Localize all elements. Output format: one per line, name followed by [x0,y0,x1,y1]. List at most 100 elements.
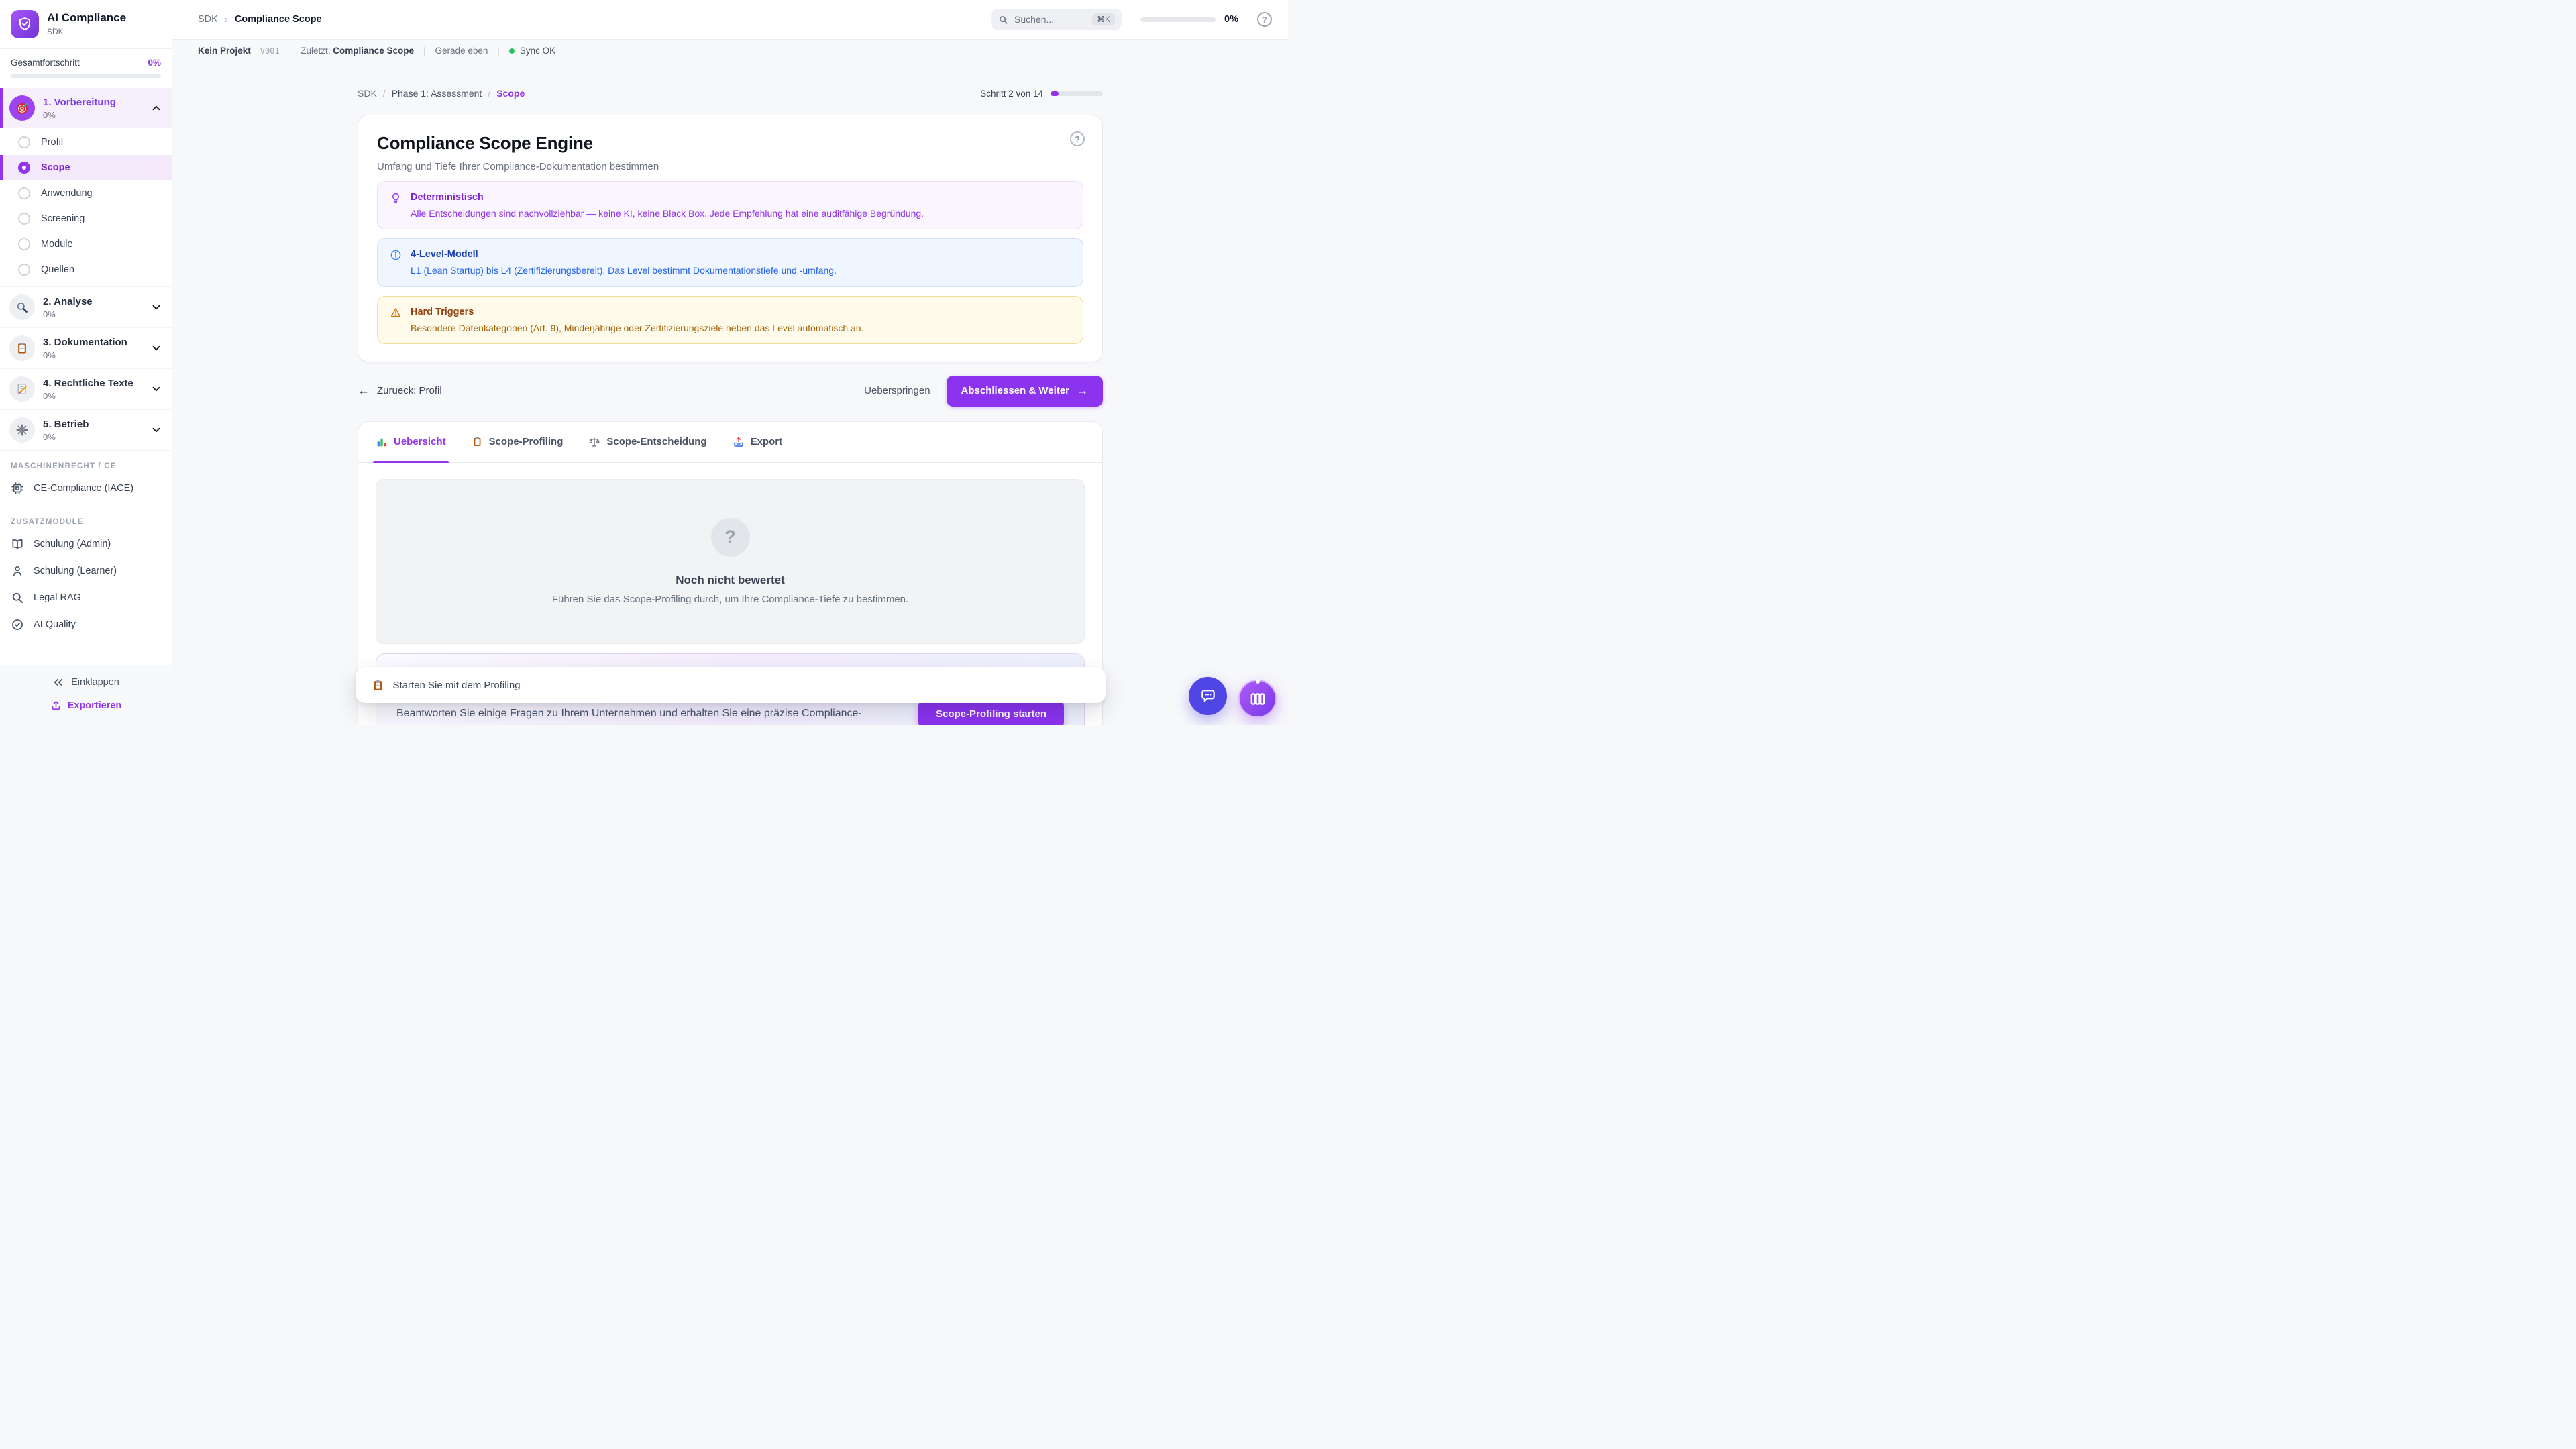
section-label: 1. Vorbereitung [43,97,116,108]
group-header-maschinenrecht: MASCHINENRECHT / CE [0,451,172,475]
empty-state: ? Noch nicht bewertet Führen Sie das Sco… [376,479,1085,644]
profiling-cta-text: Beantworten Sie einige Fragen zu Ihrem U… [396,708,898,720]
sidebar-item-quellen[interactable]: Quellen [0,257,172,282]
sync-ok-dot [509,48,515,54]
page-subtitle: Umfang und Tiefe Ihrer Compliance-Dokume… [377,161,1083,172]
chevron-down-icon [150,383,162,395]
sidebar-item-legal-rag[interactable]: Legal RAG [0,584,172,611]
check-circle-icon [11,618,24,631]
sidebar-item-screening[interactable]: Screening [0,206,172,231]
help-icon[interactable]: ? [1257,12,1272,27]
breadcrumb-root[interactable]: SDK [198,14,218,25]
sidebar-item-ai-quality[interactable]: AI Quality [0,611,172,638]
header-progress-value: 0% [1224,14,1238,25]
complete-next-button[interactable]: Abschliessen & Weiter → [947,376,1103,407]
tab-export[interactable]: Export [733,422,783,462]
empty-state-text: Führen Sie das Scope-Profiling durch, um… [552,594,908,605]
sidebar-item-schulung-learner[interactable]: Schulung (Learner) [0,557,172,584]
target-icon [15,101,30,115]
chevron-down-icon [150,424,162,436]
step-radio [18,238,30,250]
arrow-left-icon: ← [358,384,370,398]
chat-button[interactable] [1189,677,1227,715]
page-breadcrumb-root[interactable]: SDK [358,88,377,99]
sidebar: AI Compliance SDK Gesamtfortschritt 0% 1… [0,0,172,724]
tab-uebersicht[interactable]: Uebersicht [376,422,446,462]
sidebar-section-analyse[interactable]: 2. Analyse 0% [0,287,172,328]
chevron-down-icon [150,301,162,313]
sidebar-item-anwendung[interactable]: Anwendung [0,180,172,206]
card-help-icon[interactable]: ? [1070,131,1085,146]
bar-chart-icon [376,436,388,448]
notice-hard-triggers: Hard Triggers Besondere Datenkategorien … [377,296,1083,344]
overall-progress-label: Gesamtfortschritt [11,58,80,68]
warning-icon [390,307,402,319]
notice-body: Besondere Datenkategorien (Art. 9), Mind… [411,321,864,335]
notice-title: 4-Level-Modell [411,248,837,262]
sidebar-section-dokumentation[interactable]: 3. Dokumentation 0% [0,328,172,369]
chevron-up-icon [150,102,162,114]
version-badge: V001 [260,46,280,56]
overall-progress-bar [11,74,161,78]
sync-status: Sync OK [509,46,555,56]
sidebar-header: AI Compliance SDK [0,0,172,49]
notification-dot [1256,680,1260,684]
sidebar-item-profil[interactable]: Profil [0,129,172,155]
chevron-down-icon [150,342,162,354]
sidebar-item-module[interactable]: Module [0,231,172,257]
app-title-block: AI Compliance SDK [47,12,126,36]
sidebar-item-ce-compliance[interactable]: CE-Compliance (IACE) [0,475,172,502]
sidebar-item-scope[interactable]: Scope [0,155,172,180]
page-breadcrumb: SDK / Phase 1: Assessment / Scope Schrit… [358,88,1103,99]
divider: | [497,46,500,56]
question-mark-icon: ? [711,518,750,557]
breadcrumb: SDK › Compliance Scope [198,14,322,25]
search-input[interactable] [1014,14,1084,25]
step-radio [18,136,30,148]
export-button[interactable]: Exportieren [50,700,122,711]
notice-deterministisch: Deterministisch Alle Entscheidungen sind… [377,181,1083,229]
sidebar-section-betrieb[interactable]: 5. Betrieb 0% [0,410,172,451]
double-chevron-left-icon [52,676,64,688]
topbar: SDK › Compliance Scope ⌘K 0% ? [172,0,1288,40]
arrow-right-icon: → [1077,384,1088,398]
keyboard-shortcut-badge: ⌘K [1092,13,1115,25]
notice-4-level-modell: 4-Level-Modell L1 (Lean Startup) bis L4 … [377,238,1083,286]
section-progress: 0% [43,110,116,120]
person-icon [11,564,24,578]
sidebar-subitems-vorbereitung: Profil Scope Anwendung Screening Module [0,128,172,287]
gear-icon [15,423,29,437]
search-box[interactable]: ⌘K [991,9,1122,30]
panel-toggle-button[interactable] [1238,680,1277,718]
content-scroll-area: SDK / Phase 1: Assessment / Scope Schrit… [172,62,1288,724]
search-icon [998,15,1008,25]
back-button[interactable]: ← Zurueck: Profil [358,384,442,398]
sidebar-section-rechtliche-texte[interactable]: 4. Rechtliche Texte 0% [0,369,172,410]
outbox-icon [733,436,745,448]
tab-scope-profiling[interactable]: Scope-Profiling [472,422,564,462]
magnifier-icon [15,301,29,314]
step-progress-bar [1051,91,1103,96]
divider: | [423,46,426,56]
sidebar-section-vorbereitung[interactable]: 1. Vorbereitung 0% [0,88,172,128]
profiling-toast-text: Starten Sie mit dem Profiling [393,680,521,691]
group-header-zusatzmodule: ZUSATZMODULE [0,506,172,531]
skip-button[interactable]: Ueberspringen [864,385,930,396]
page-breadcrumb-phase[interactable]: Phase 1: Assessment [392,88,482,99]
scale-icon [588,436,600,448]
notice-title: Deterministisch [411,191,924,205]
sidebar-item-schulung-admin[interactable]: Schulung (Admin) [0,531,172,557]
notice-body: L1 (Lean Startup) bis L4 (Zertifizierung… [411,264,837,277]
collapse-sidebar-button[interactable]: Einklappen [52,676,119,688]
overall-progress: Gesamtfortschritt 0% [0,49,172,88]
book-icon [11,537,24,551]
app-title: AI Compliance [47,12,126,25]
upload-icon [50,700,62,711]
step-radio [18,187,30,199]
chevron-right-icon: › [225,14,228,25]
cpu-icon [11,482,24,495]
step-radio [18,264,30,276]
tab-scope-entscheidung[interactable]: Scope-Entscheidung [588,422,706,462]
scope-engine-card: Compliance Scope Engine ? Umfang und Tie… [358,115,1103,362]
memo-icon [15,382,29,396]
